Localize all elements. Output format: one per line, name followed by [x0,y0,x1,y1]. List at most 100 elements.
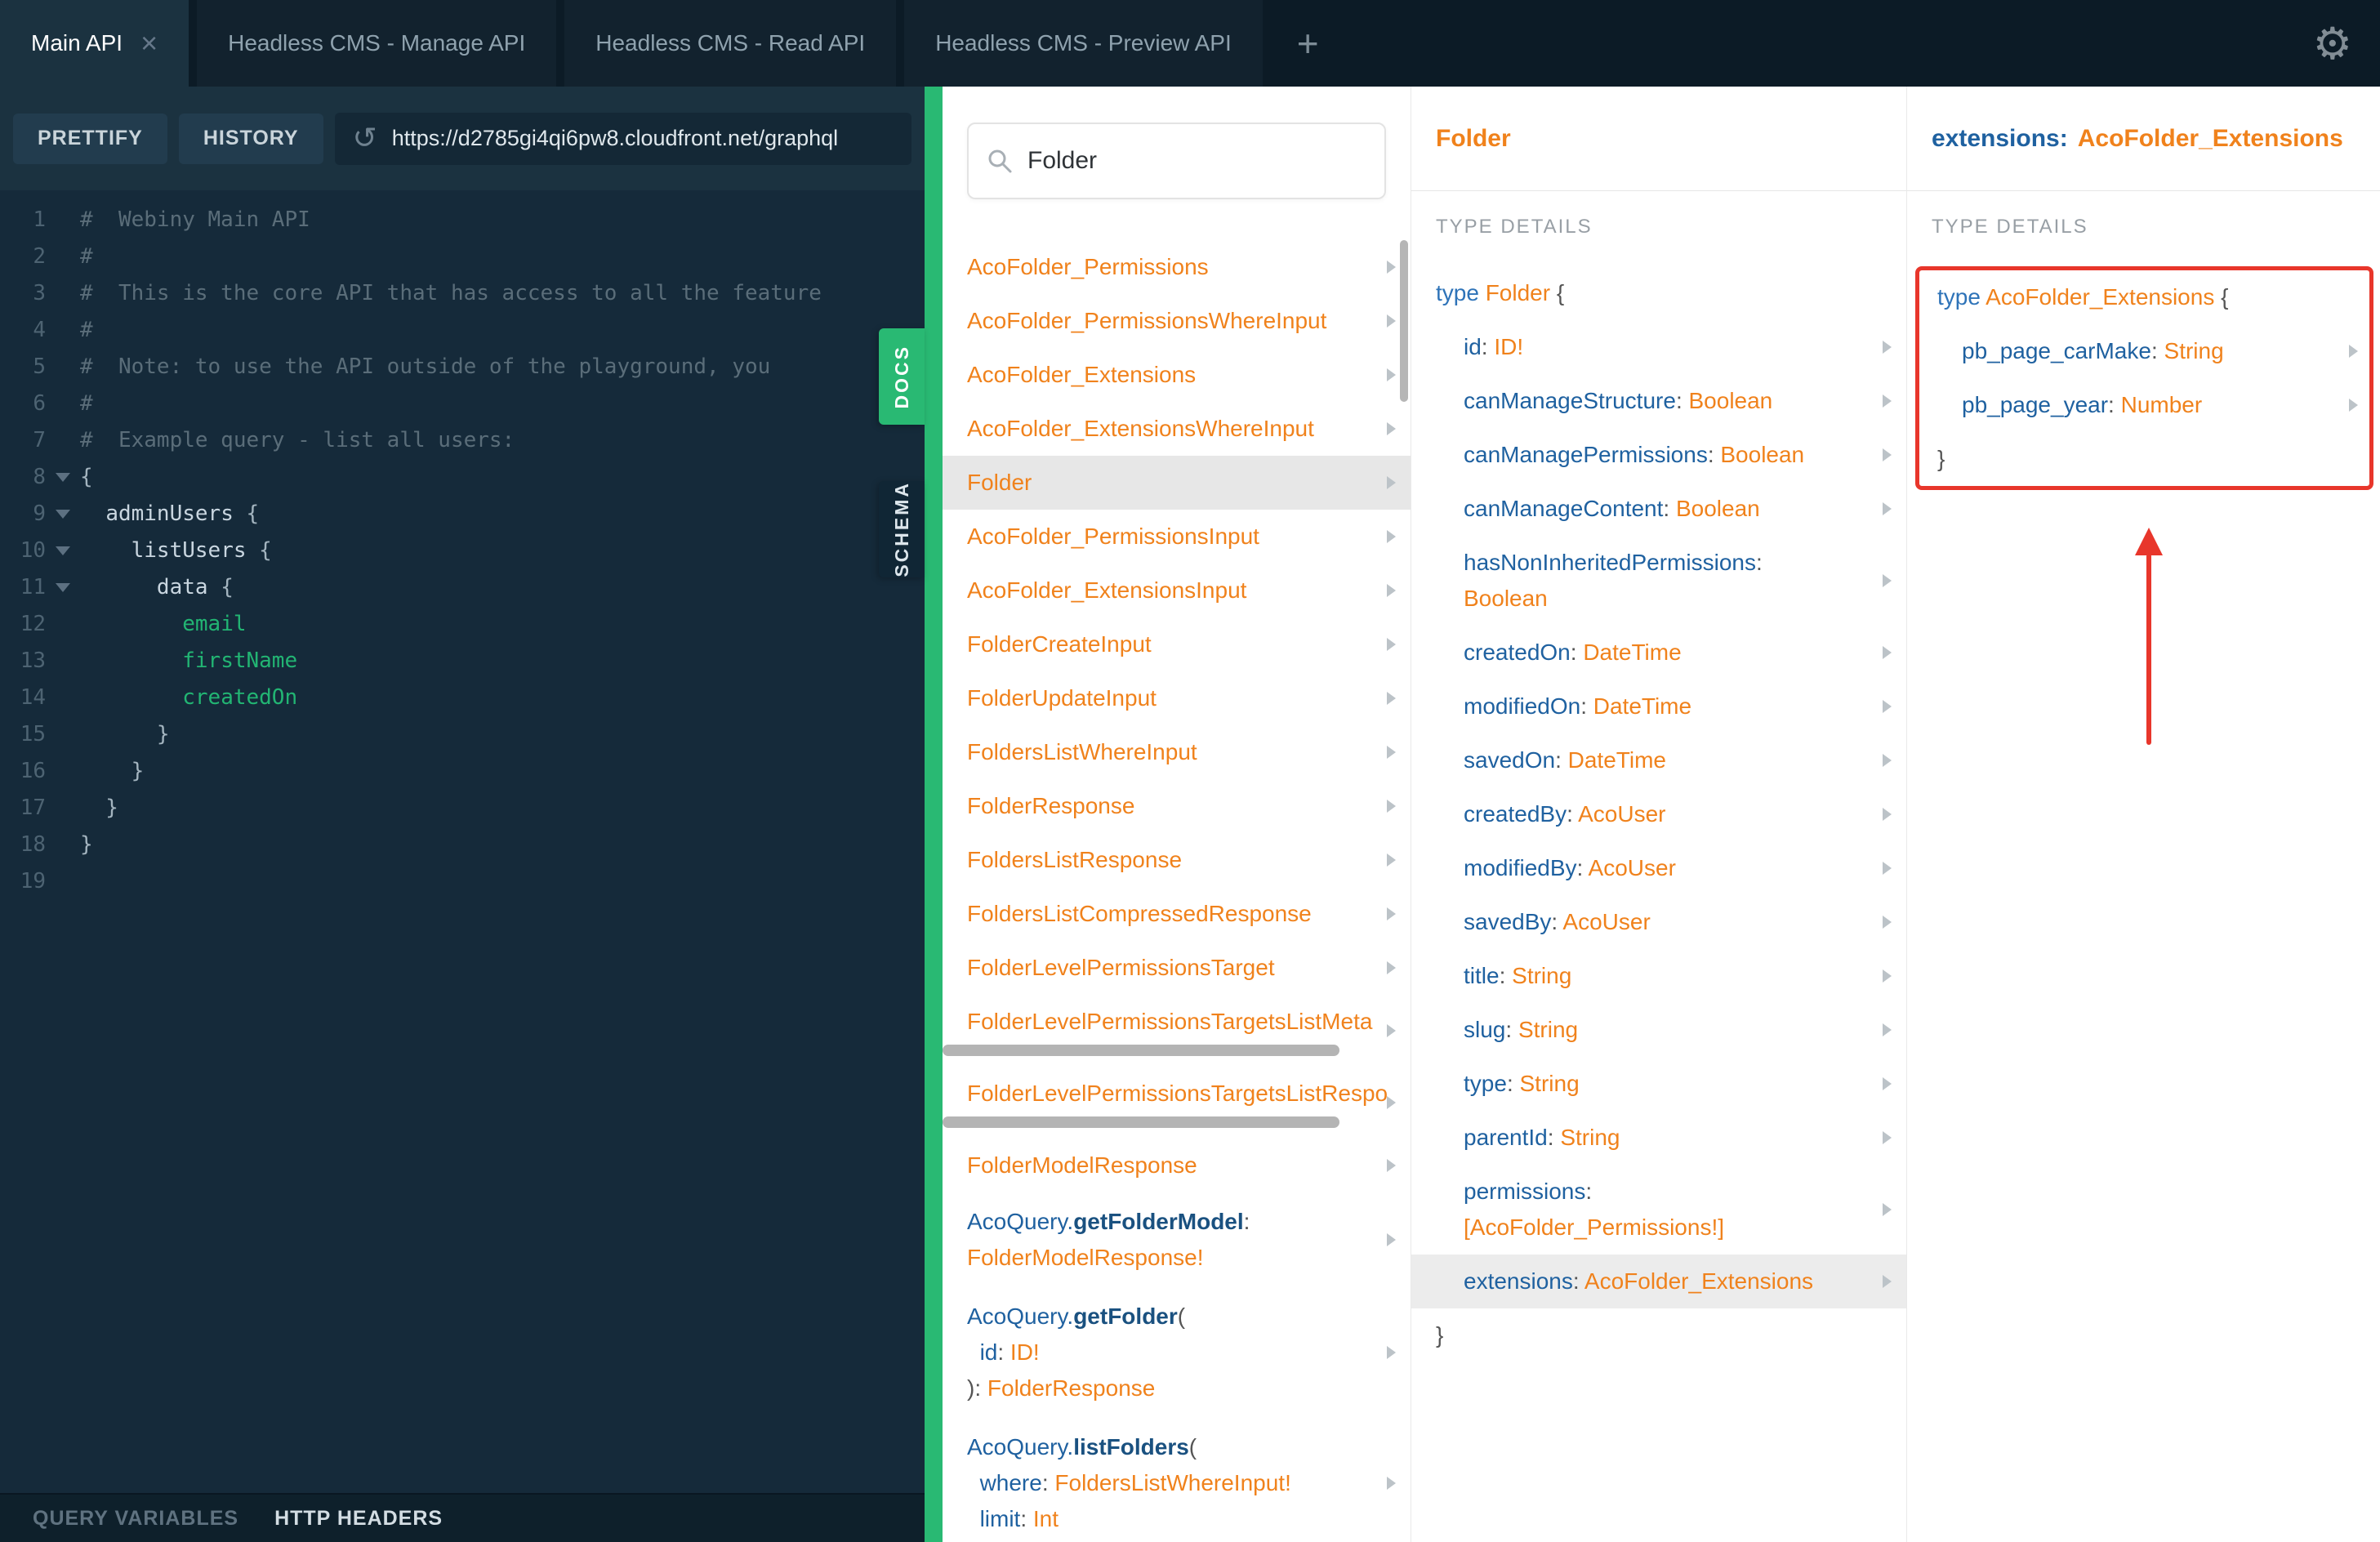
docs-list-item[interactable]: AcoFolder_PermissionsWhereInput [943,294,1411,348]
code-line[interactable]: 19 [0,863,925,900]
type-field-row[interactable]: canManageStructure: Boolean [1411,374,1906,428]
code-text: # [80,391,93,416]
code-line[interactable]: 8{ [0,459,925,496]
schema-side-tab[interactable]: SCHEMA [879,481,925,577]
close-tab-icon[interactable]: × [140,29,158,58]
code-line[interactable]: 13 firstName [0,643,925,680]
code-text: } [80,759,145,783]
chevron-right-icon [1387,692,1396,705]
type-field-row[interactable]: canManageContent: Boolean [1411,482,1906,536]
code-line[interactable]: 5 # Note: to use the API outside of the p… [0,349,925,386]
docs-list-item[interactable]: FolderUpdateInput [943,671,1411,725]
docs-list-item-query[interactable]: AcoQuery.listFolders( where: FoldersList… [943,1418,1411,1542]
code-line[interactable]: 10 listUsers { [0,533,925,569]
refresh-icon[interactable]: ↺ [353,122,377,155]
type-field-row[interactable]: createdBy: AcoUser [1411,787,1906,841]
code-text: adminUsers { [105,501,260,526]
type-field-row[interactable]: extensions: AcoFolder_Extensions [1411,1255,1906,1308]
type-field-row[interactable]: savedOn: DateTime [1411,733,1906,787]
docs-search-pane: AcoFolder_PermissionsAcoFolder_Permissio… [943,87,1411,1542]
code-line[interactable]: 3 # This is the core API that has access … [0,275,925,312]
code-line[interactable]: 6 # [0,386,925,422]
chevron-right-icon [1883,1131,1892,1144]
type-close-line: } [1436,1322,1444,1348]
docs-list-item[interactable]: FolderModelResponse [943,1139,1411,1192]
docs-pane-divider[interactable] [925,87,943,1542]
docs-list-item[interactable]: FoldersListWhereInput [943,725,1411,779]
code-line[interactable]: 12 email [0,606,925,643]
chevron-right-icon [1387,422,1396,435]
history-button[interactable]: HISTORY [178,113,323,164]
docs-list-item[interactable]: AcoFolder_ExtensionsInput [943,564,1411,617]
code-line[interactable]: 17 } [0,790,925,827]
code-line[interactable]: 7 # Example query - list all users: [0,422,925,459]
tab-label: Main API [31,30,123,56]
docs-list-item[interactable]: AcoFolder_ExtensionsWhereInput [943,402,1411,456]
type-field-row[interactable]: title: String [1411,949,1906,1003]
docs-list-item[interactable]: FolderLevelPermissionsTargetsListMeta [943,995,1411,1067]
type-field-row[interactable]: createdOn: DateTime [1411,626,1906,680]
docs-list-item[interactable]: AcoFolder_Permissions [943,240,1411,294]
line-number: 1 [33,207,46,232]
code-line[interactable]: 9 adminUsers { [0,496,925,533]
type-field-row[interactable]: savedBy: AcoUser [1411,895,1906,949]
fold-arrow-icon[interactable] [46,496,80,533]
code-line[interactable]: 1 # Webiny Main API [0,202,925,238]
settings-gear-icon[interactable]: ⚙ [2285,0,2380,87]
docs-list-item[interactable]: FolderLevelPermissionsTargetsListRespo [943,1067,1411,1139]
chevron-right-icon [1883,754,1892,767]
code-line[interactable]: 15 } [0,716,925,753]
type-field-row[interactable]: parentId: String [1411,1111,1906,1165]
endpoint-url-bar[interactable]: ↺ https://d2785gi4qi6pw8.cloudfront.net/… [334,112,911,165]
docs-list-item[interactable]: AcoFolder_PermissionsInput [943,510,1411,564]
code-line[interactable]: 11 data { [0,569,925,606]
type-field-row[interactable]: modifiedBy: AcoUser [1411,841,1906,895]
tab-main-api[interactable]: Main API × [0,0,189,87]
type-pane-title: Folder [1436,124,1511,152]
docs-side-tab[interactable]: DOCS [879,328,925,425]
horizontal-scrollbar[interactable] [943,1045,1339,1056]
type-field-row[interactable]: modifiedOn: DateTime [1411,680,1906,733]
docs-search-input[interactable] [1027,147,1366,175]
code-line[interactable]: 2 # [0,238,925,275]
fold-arrow-icon[interactable] [46,569,80,606]
query-variables-tab[interactable]: QUERY VARIABLES [33,1507,238,1531]
code-line[interactable]: 18} [0,827,925,863]
type-field-row[interactable]: pb_page_year: Number [1919,378,2369,432]
line-number: 11 [20,575,46,599]
docs-list-item-query[interactable]: AcoQuery.getFolder( id: ID!): FolderResp… [943,1287,1411,1418]
type-field-row[interactable]: permissions: [AcoFolder_Permissions!] [1411,1165,1906,1255]
http-headers-tab[interactable]: HTTP HEADERS [274,1507,443,1531]
docs-list-item[interactable]: FolderCreateInput [943,617,1411,671]
docs-list-item[interactable]: FolderLevelPermissionsTarget [943,941,1411,995]
code-line[interactable]: 16 } [0,753,925,790]
fold-arrow-icon[interactable] [46,459,80,496]
horizontal-scrollbar[interactable] [943,1116,1339,1128]
tab-headless-cms-preview-api[interactable]: Headless CMS - Preview API [904,0,1263,87]
type-field-row[interactable]: hasNonInheritedPermissions: Boolean [1411,536,1906,626]
add-tab-button[interactable]: + [1271,0,1345,87]
code-line[interactable]: 14 createdOn [0,680,925,716]
code-line[interactable]: 4 # [0,312,925,349]
docs-search-box[interactable] [967,123,1386,199]
docs-list-item[interactable]: FoldersListCompressedResponse [943,887,1411,941]
tab-headless-cms-read-api[interactable]: Headless CMS - Read API [564,0,897,87]
type-field-row[interactable]: id: ID! [1411,320,1906,374]
docs-list-item[interactable]: Folder [943,456,1411,510]
type-field-row[interactable]: canManagePermissions: Boolean [1411,428,1906,482]
docs-list-item-query[interactable]: AcoQuery.getFolderModel: FolderModelRespo… [943,1192,1411,1287]
fold-arrow-icon[interactable] [46,533,80,569]
docs-list-item[interactable]: AcoFolder_Extensions [943,348,1411,402]
chevron-right-icon [1387,530,1396,543]
type-field-row[interactable]: pb_page_carMake: String [1919,324,2369,378]
chevron-right-icon [1387,800,1396,813]
query-editor[interactable]: 1 # Webiny Main API 2 #3 # This is the core … [0,190,925,1493]
tab-headless-cms-manage-api[interactable]: Headless CMS - Manage API [197,0,557,87]
docs-list-item[interactable]: FoldersListResponse [943,833,1411,887]
docs-list-item[interactable]: FolderResponse [943,779,1411,833]
chevron-right-icon [1883,394,1892,408]
type-field-row[interactable]: slug: String [1411,1003,1906,1057]
prettify-button[interactable]: PRETTIFY [13,113,167,164]
vertical-scrollbar[interactable] [1400,240,1408,402]
type-field-row[interactable]: type: String [1411,1057,1906,1111]
